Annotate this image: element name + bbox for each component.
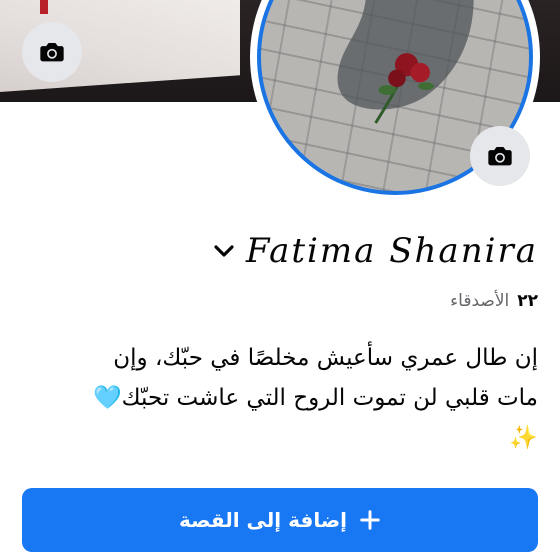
bio-line: ✨: [509, 425, 538, 451]
plus-icon: [360, 510, 380, 530]
friends-count: ٢٢: [517, 291, 538, 311]
friends-label: الأصدقاء: [450, 291, 510, 311]
add-to-story-button[interactable]: إضافة إلى القصة: [22, 488, 538, 552]
edit-profile-picture-button[interactable]: [470, 126, 530, 186]
bio-line: إن طال عمري سأعيش مخلصًا في حبّك، وإن: [113, 345, 538, 371]
friends-count-link[interactable]: ٢٢ الأصدقاء: [450, 288, 538, 314]
cover-photo-detail: [40, 0, 48, 14]
chevron-down-icon[interactable]: [212, 239, 236, 263]
camera-icon: [488, 147, 512, 166]
profile-name-row[interactable]: Fatima Shanira: [212, 226, 538, 276]
edit-cover-photo-button[interactable]: [22, 22, 82, 82]
camera-icon: [40, 43, 64, 62]
bio-line: مات قلبي لن تموت الروح التي عاشت تحبّك🩵: [93, 385, 538, 411]
add-to-story-label: إضافة إلى القصة: [178, 508, 348, 532]
profile-name: Fatima Shanira: [245, 231, 538, 271]
profile-bio: إن طال عمري سأعيش مخلصًا في حبّك، وإن ما…: [38, 338, 538, 458]
